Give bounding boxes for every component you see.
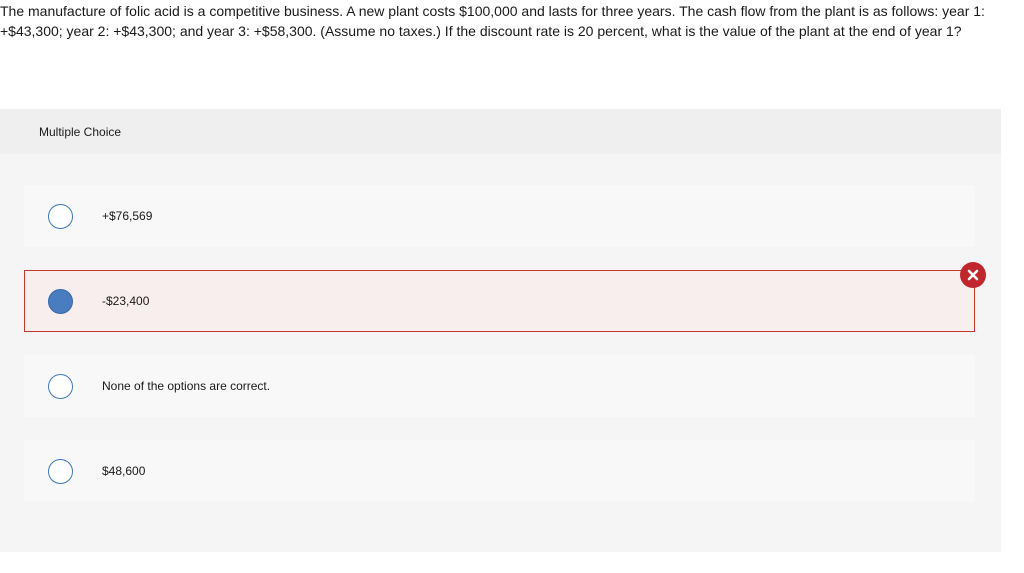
option-label: +$76,569: [102, 209, 153, 223]
question-text: The manufacture of folic acid is a compe…: [0, 3, 985, 39]
option-4[interactable]: $48,600: [24, 440, 975, 502]
radio-button[interactable]: [48, 459, 73, 484]
option-label: $48,600: [102, 464, 146, 478]
multiple-choice-header: Multiple Choice: [0, 109, 1001, 154]
multiple-choice-label: Multiple Choice: [39, 125, 122, 139]
radio-button[interactable]: [48, 204, 73, 229]
option-1[interactable]: +$76,569: [24, 185, 975, 247]
option-3[interactable]: None of the options are correct.: [24, 355, 975, 417]
incorrect-badge: [960, 262, 986, 288]
option-2-selected[interactable]: -$23,400: [24, 270, 975, 332]
option-label: None of the options are correct.: [102, 379, 271, 393]
radio-button[interactable]: [48, 374, 73, 399]
radio-button-selected[interactable]: [48, 289, 73, 314]
close-icon: [967, 269, 979, 281]
option-label: -$23,400: [102, 294, 150, 308]
